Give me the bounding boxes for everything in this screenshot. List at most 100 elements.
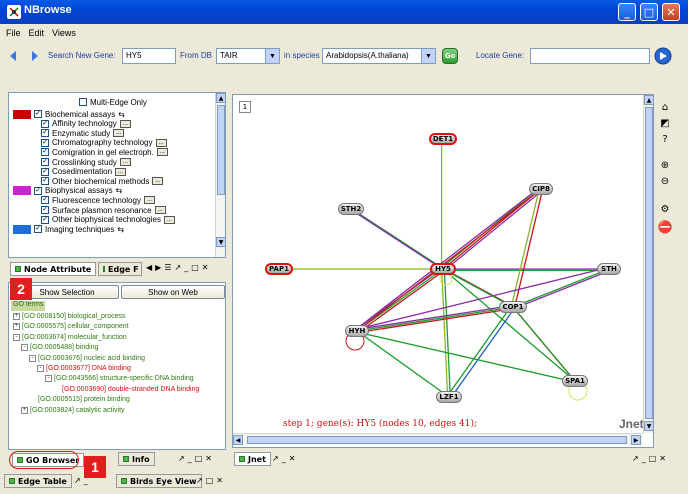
minimize-button[interactable]: _: [618, 3, 636, 21]
attribute-item[interactable]: ✓ Other biochemical methods...: [9, 176, 164, 186]
gene-node-sth2[interactable]: STH2: [338, 203, 364, 215]
go-button[interactable]: Go: [442, 48, 458, 64]
expand-icon[interactable]: +: [21, 406, 28, 414]
scroll-up-icon[interactable]: ▲: [644, 95, 654, 105]
attribute-group[interactable]: ✓ Biophysical assays ⇆: [9, 186, 122, 196]
attribute-item[interactable]: ✓ Cosedimentation...: [9, 167, 127, 177]
tab-edge-table[interactable]: Edge Table: [4, 474, 72, 488]
close-icon[interactable]: ✕: [205, 454, 212, 463]
minimize-icon[interactable]: _: [184, 263, 188, 272]
gene-node-pap1[interactable]: PAP1: [265, 263, 293, 275]
more-options-button[interactable]: ...: [115, 167, 127, 176]
tab-right-icon[interactable]: ▶: [155, 263, 161, 272]
help-icon[interactable]: ?: [658, 132, 672, 146]
pin-icon[interactable]: ↗: [272, 454, 279, 463]
menu-edit[interactable]: Edit: [29, 28, 45, 38]
close-icon[interactable]: ✕: [659, 454, 666, 463]
checkbox[interactable]: ✓: [41, 158, 49, 166]
scroll-down-icon[interactable]: ▼: [216, 237, 226, 247]
restore-icon[interactable]: □: [206, 476, 214, 485]
graph-hscrollbar[interactable]: ◀ ▶: [233, 433, 643, 445]
more-options-button[interactable]: ...: [155, 138, 167, 147]
attribute-group[interactable]: ✓ Biochemical assays ⇆: [9, 109, 125, 119]
restore-icon[interactable]: □: [191, 263, 199, 272]
checkbox[interactable]: ✓: [34, 110, 42, 118]
attribute-item[interactable]: ✓ Surface plasmon resonance...: [9, 205, 166, 215]
maximize-button[interactable]: □: [640, 3, 658, 21]
direction-arrows-icon[interactable]: ⇆: [118, 110, 125, 119]
close-icon[interactable]: ✕: [216, 476, 223, 485]
locate-gene-input[interactable]: [530, 48, 650, 64]
go-term-row[interactable]: - [GO:0003674] molecular_function: [13, 333, 127, 341]
graph-edge[interactable]: [355, 266, 608, 331]
graph-edge[interactable]: [349, 207, 442, 269]
checkbox[interactable]: ✓: [41, 196, 49, 205]
scroll-up-icon[interactable]: ▲: [216, 93, 226, 103]
gene-node-lzf1[interactable]: LZF1: [436, 391, 462, 403]
forward-arrow-icon[interactable]: [28, 50, 40, 62]
tab-left-icon[interactable]: ◀: [146, 263, 152, 272]
tab-birds-eye-view[interactable]: Birds Eye View: [116, 474, 202, 488]
checkbox[interactable]: ✓: [41, 119, 49, 128]
go-term-row[interactable]: + [GO:0003824] catalytic activity: [21, 406, 125, 414]
attribute-item[interactable]: ✓ Comigration in gel electroph....: [9, 147, 168, 157]
graph-edge[interactable]: [443, 189, 543, 271]
pin-icon[interactable]: ↗: [74, 476, 81, 485]
pin-icon[interactable]: ↗: [632, 454, 639, 463]
collapse-icon[interactable]: -: [29, 354, 36, 362]
more-options-button[interactable]: ...: [154, 206, 166, 214]
more-options-button[interactable]: ...: [152, 177, 164, 186]
checkbox[interactable]: ✓: [41, 148, 49, 157]
graph-edge[interactable]: [356, 330, 450, 398]
graph-edge[interactable]: [442, 268, 576, 382]
menu-views[interactable]: Views: [52, 28, 76, 38]
tab-edge-attribute[interactable]: Edge F: [98, 262, 142, 276]
gene-node-hyh[interactable]: HYH: [345, 325, 369, 337]
go-term-row[interactable]: + [GO:0008150] biological_process: [13, 313, 126, 320]
gene-node-sth[interactable]: STH: [597, 263, 621, 275]
go-term-row[interactable]: - [GO:0003676] nucleic acid binding: [29, 354, 145, 362]
remove-icon[interactable]: ⛔: [658, 220, 673, 234]
locate-go-icon[interactable]: [654, 47, 672, 65]
expand-icon[interactable]: +: [13, 323, 20, 331]
collapse-icon[interactable]: -: [13, 333, 20, 341]
attribute-item[interactable]: ✓ Other biophysical technologies...: [9, 215, 175, 225]
close-icon[interactable]: ✕: [202, 263, 209, 272]
attribute-item[interactable]: ✓ Fluorescence technology...: [9, 195, 155, 205]
gene-node-spa1[interactable]: SPA1: [562, 375, 588, 387]
collapse-icon[interactable]: -: [21, 344, 28, 352]
minimize-icon[interactable]: _: [642, 454, 646, 463]
home-icon[interactable]: ⌂: [658, 100, 672, 114]
checkbox[interactable]: ✓: [41, 206, 49, 214]
checkbox[interactable]: ✓: [41, 177, 49, 186]
attribute-scrollbar[interactable]: ▲ ▼: [215, 93, 226, 257]
direction-arrows-icon[interactable]: ⇆: [116, 186, 123, 195]
attribute-item[interactable]: ✓ Chromatography technology...: [9, 138, 167, 148]
attribute-item[interactable]: ✓ Enzymatic study...: [9, 128, 125, 138]
pin-icon[interactable]: ↗: [196, 476, 203, 485]
checkbox[interactable]: ✓: [41, 138, 49, 147]
minimize-icon[interactable]: _: [188, 454, 192, 463]
color-swatch[interactable]: [13, 186, 31, 196]
species-select[interactable]: Arabidopsis(A.thaliana) ▼: [322, 48, 436, 64]
gene-node-cop1[interactable]: COP1: [499, 301, 527, 313]
back-arrow-icon[interactable]: [8, 50, 20, 62]
scroll-right-icon[interactable]: ▶: [631, 435, 641, 445]
fit-icon[interactable]: ◩: [658, 116, 672, 130]
go-term-row[interactable]: [GO:0005515] protein binding: [29, 396, 130, 403]
expand-icon[interactable]: +: [13, 313, 20, 320]
more-options-button[interactable]: ...: [113, 129, 125, 138]
gene-node-det1[interactable]: DET1: [429, 133, 457, 145]
pin-icon[interactable]: ↗: [178, 454, 185, 463]
db-select[interactable]: TAIR ▼: [216, 48, 280, 64]
color-swatch[interactable]: [13, 109, 31, 119]
multi-edge-checkbox[interactable]: [79, 98, 87, 106]
scroll-thumb[interactable]: [217, 105, 225, 195]
show-on-web-button[interactable]: Show on Web: [121, 285, 225, 299]
collapse-icon[interactable]: -: [37, 365, 44, 372]
checkbox[interactable]: ✓: [41, 167, 49, 176]
graph-edge[interactable]: [514, 269, 611, 310]
search-gene-input[interactable]: HY5: [122, 48, 176, 64]
gene-node-cip8[interactable]: CIP8: [529, 183, 553, 195]
gene-node-hy5[interactable]: HY5: [430, 263, 456, 275]
